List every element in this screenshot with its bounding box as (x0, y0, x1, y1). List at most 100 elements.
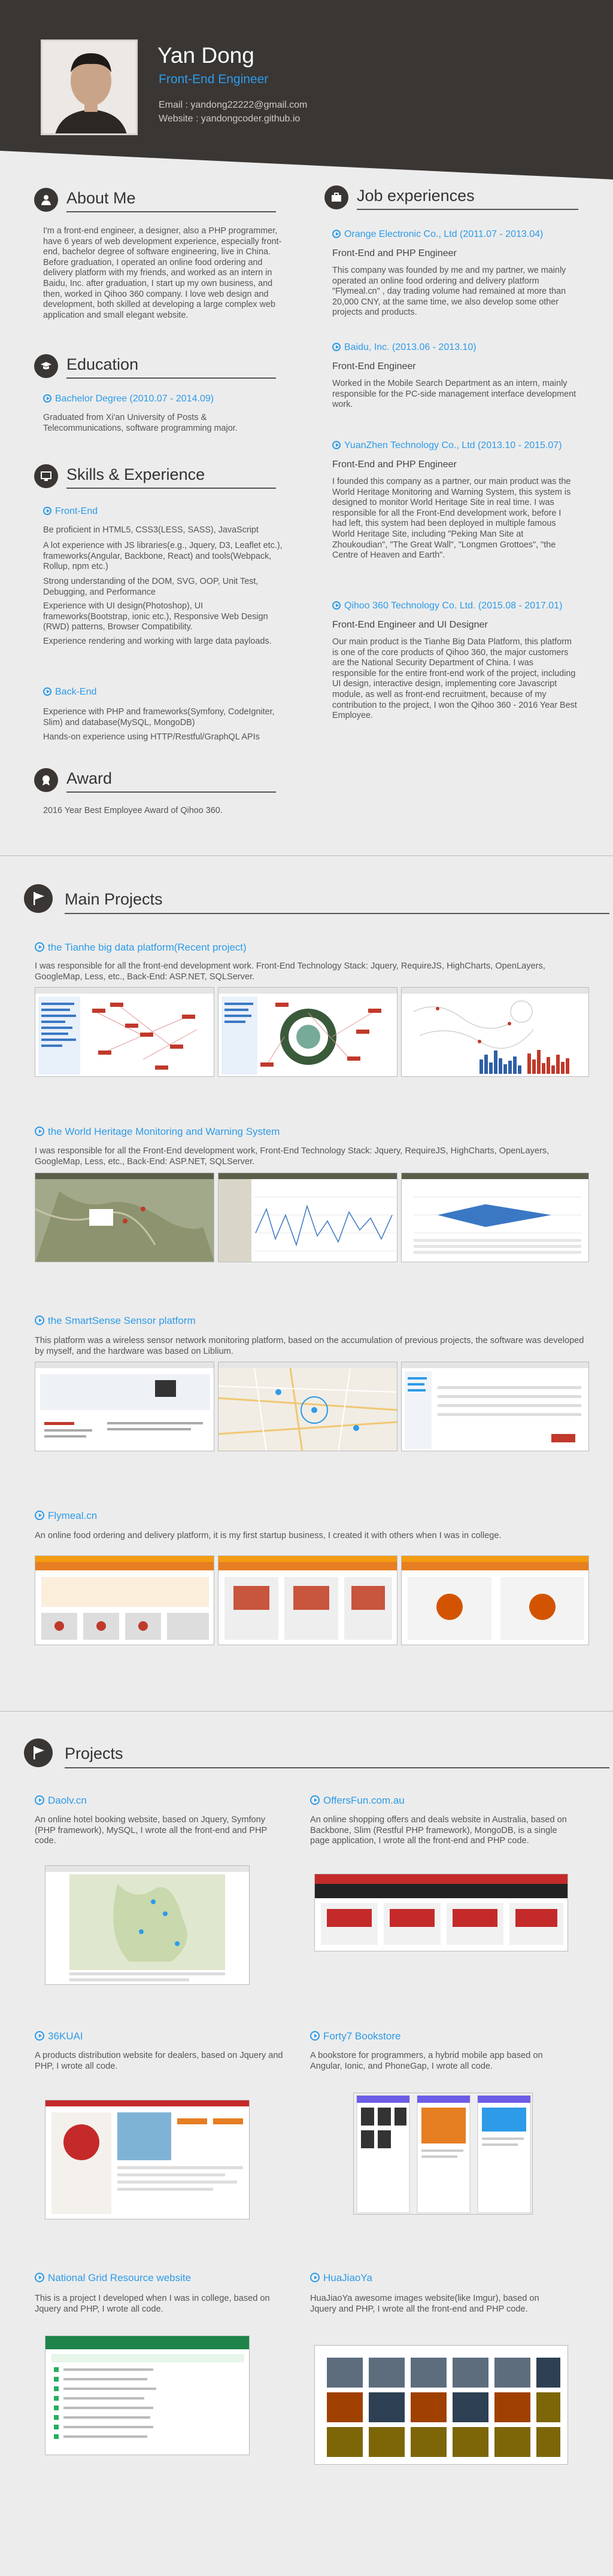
section-title: Projects (65, 1744, 123, 1762)
job-text: Our main product is the Tianhe Big Data … (332, 637, 577, 721)
divider (65, 913, 609, 914)
skill-item: Strong understanding of the DOM, SVG, OO… (43, 577, 259, 597)
person-role: Front-End Engineer (159, 72, 269, 86)
play-circle-icon (332, 343, 341, 351)
play-circle-icon (43, 394, 51, 403)
play-circle-icon (35, 1126, 44, 1136)
play-circle-icon (35, 2273, 44, 2282)
skills-heading: Skills & Experience (33, 462, 278, 489)
job-position: Front-End and PHP Engineer (332, 459, 457, 470)
divider (66, 377, 276, 379)
project-screenshot (218, 987, 397, 1077)
education-icon (34, 354, 58, 378)
skill-item: Experience with PHP and frameworks(Symfo… (43, 707, 275, 727)
page-divider (0, 1711, 613, 1712)
skill-item: Hands-on experience using HTTP/Restful/G… (43, 732, 260, 742)
frontend-subtitle: Front-End (43, 506, 98, 517)
job-text: Worked in the Mobile Search Department a… (332, 379, 576, 410)
project-screenshot (45, 2336, 250, 2455)
project-screenshot (45, 1865, 250, 1985)
main-projects-heading: Main Projects (24, 884, 609, 914)
divider (357, 209, 578, 210)
play-circle-icon (332, 601, 341, 610)
project-title: HuaJiaoYa (310, 2272, 372, 2284)
play-circle-icon (43, 687, 51, 696)
award-text: 2016 Year Best Employee Award of Qihoo 3… (43, 806, 223, 815)
divider (66, 791, 276, 793)
play-circle-icon (35, 1795, 44, 1805)
play-circle-icon (310, 2031, 320, 2041)
project-text: This is a project I developed when I was… (35, 2294, 270, 2314)
backend-subtitle: Back-End (43, 687, 96, 698)
education-text: Graduated from Xi'an University of Posts… (43, 413, 238, 433)
resume-page: Yan Dong Front-End Engineer Email : yand… (0, 0, 613, 2576)
job-position: Front-End Engineer (332, 361, 416, 372)
page-divider (0, 855, 613, 856)
projects-heading: Projects (24, 1738, 609, 1768)
project-title: the SmartSense Sensor platform (35, 1315, 196, 1327)
project-text: An online food ordering and delivery pla… (35, 1531, 502, 1540)
project-text: I was responsible for all the Front-End … (35, 1146, 550, 1167)
project-text: A bookstore for programmers, a hybrid mo… (310, 2051, 543, 2071)
section-title: Education (66, 355, 139, 373)
play-circle-icon (35, 2031, 44, 2041)
award-icon (34, 768, 58, 792)
project-screenshot (35, 1362, 214, 1451)
about-heading: About Me (33, 185, 278, 212)
project-screenshot (218, 1173, 397, 1262)
divider (66, 488, 276, 489)
section-title: Skills & Experience (66, 465, 205, 483)
project-screenshot (314, 1874, 568, 1951)
job-position: Front-End Engineer and UI Designer (332, 620, 488, 630)
project-title: OffersFun.com.au (310, 1795, 405, 1807)
skill-item: Be proficient in HTML5, CSS3(LESS, SASS)… (43, 525, 259, 535)
play-circle-icon (332, 441, 341, 449)
project-screenshot (35, 1173, 214, 1262)
project-screenshot (401, 1555, 589, 1645)
project-title: Flymeal.cn (35, 1510, 97, 1522)
project-title: the World Heritage Monitoring and Warnin… (35, 1126, 280, 1138)
website-text: Website : yandongcoder.github.io (159, 114, 301, 124)
play-circle-icon (35, 1511, 44, 1520)
about-text: I'm a front-end engineer, a designer, al… (43, 226, 282, 320)
header: Yan Dong Front-End Engineer Email : yand… (0, 0, 613, 179)
job-company: Baidu, Inc. (2013.06 - 2013.10) (332, 342, 477, 353)
play-circle-icon (332, 230, 341, 238)
skill-item: Experience rendering and working with la… (43, 637, 272, 646)
project-text: This platform was a wireless sensor netw… (35, 1336, 584, 1356)
project-screenshot (401, 1362, 589, 1451)
play-circle-icon (35, 1316, 44, 1325)
project-text: HuaJiaoYa awesome images website(like Im… (310, 2294, 539, 2314)
job-company: Qihoo 360 Technology Co. Ltd. (2015.08 -… (332, 601, 562, 611)
flag-icon (24, 884, 53, 913)
project-screenshot (35, 987, 214, 1077)
play-circle-icon (43, 507, 51, 515)
project-screenshot (218, 1362, 397, 1451)
project-text: An online hotel booking website, based o… (35, 1815, 267, 1846)
play-circle-icon (310, 2273, 320, 2282)
project-title: 36KUAI (35, 2030, 83, 2042)
project-title: Forty7 Bookstore (310, 2030, 400, 2042)
award-heading: Award (33, 766, 278, 793)
job-position: Front-End and PHP Engineer (332, 248, 457, 258)
project-screenshot (45, 2100, 250, 2219)
play-circle-icon (310, 1795, 320, 1805)
skill-item: A lot experience with JS libraries(e.g.,… (43, 541, 283, 572)
job-text: This company was founded by me and my pa… (332, 266, 566, 318)
project-title: Daolv.cn (35, 1795, 87, 1807)
play-circle-icon (35, 942, 44, 952)
jobs-heading: Job experiences (323, 183, 578, 210)
project-screenshot (35, 1555, 214, 1645)
divider (65, 1767, 609, 1768)
email-text: Email : yandong22222@gmail.com (159, 100, 308, 110)
flag-icon (24, 1738, 53, 1767)
skill-item: Experience with UI design(Photoshop), UI… (43, 601, 268, 632)
section-title: Award (66, 769, 113, 787)
avatar (41, 39, 138, 135)
project-screenshot (401, 1173, 589, 1262)
education-heading: Education (33, 352, 278, 379)
section-title: Job experiences (357, 187, 475, 205)
briefcase-icon (324, 185, 348, 209)
divider (66, 211, 276, 212)
section-title: About Me (66, 189, 136, 207)
